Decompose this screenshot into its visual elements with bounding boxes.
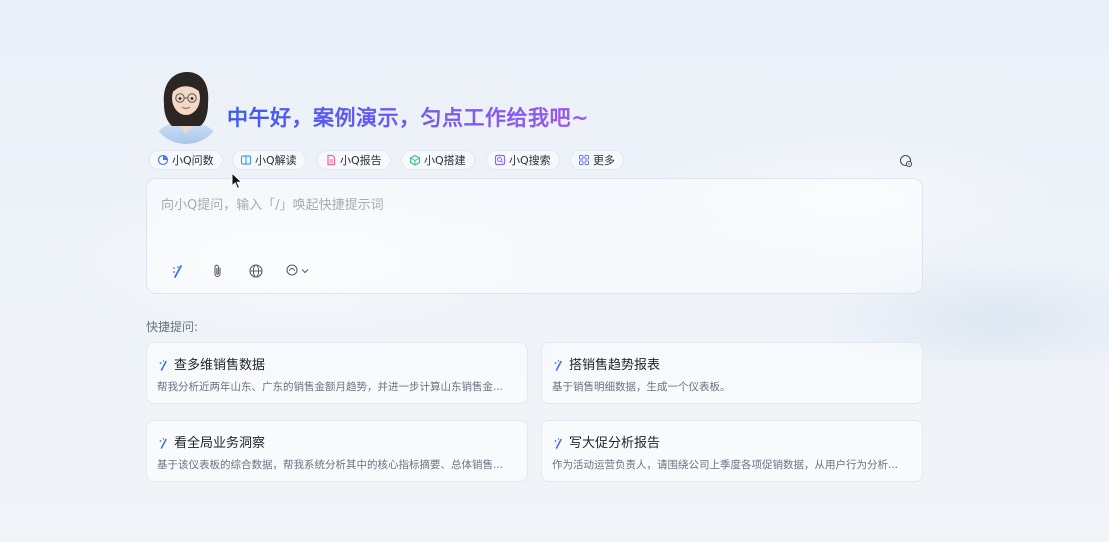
book-icon — [240, 154, 252, 166]
greeting-area: 中午好，案例演示，匀点工作给我吧~ — [146, 68, 923, 144]
globe-icon[interactable] — [248, 263, 264, 279]
greeting-text: 中午好，案例演示，匀点工作给我吧~ — [227, 102, 589, 132]
attachment-icon[interactable] — [210, 263, 226, 279]
chip-label: 小Q搜索 — [509, 154, 551, 167]
sparkle-icon — [158, 434, 170, 449]
quick-prompt-card[interactable]: 查多维销售数据 帮我分析近两年山东、广东的销售金额月趋势，并进一步计算山东销售金… — [146, 342, 528, 404]
quick-prompts-title: 快捷提问: — [146, 320, 199, 334]
card-description: 基于该仪表板的综合数据，帮我系统分析其中的核心指标摘要、总体销售... — [157, 459, 504, 471]
model-icon — [285, 262, 299, 281]
chip-more[interactable]: 更多 — [570, 150, 624, 170]
card-title: 写大促分析报告 — [569, 436, 661, 451]
quick-prompt-card[interactable]: 搭销售趋势报表 基于销售明细数据，生成一个仪表板。 — [541, 342, 923, 404]
chip-ask-data[interactable]: 小Q问数 — [149, 150, 223, 170]
chip-label: 小Q解读 — [255, 154, 297, 167]
card-description: 帮我分析近两年山东、广东的销售金额月趋势，并进一步计算山东销售金... — [157, 381, 504, 393]
chip-label: 小Q报告 — [340, 154, 382, 167]
prompt-input-box[interactable]: 向小Q提问，输入「/」唤起快捷提示词 — [146, 178, 923, 294]
chip-label: 小Q搭建 — [424, 154, 466, 167]
card-title: 看全局业务洞察 — [174, 436, 266, 451]
sparkle-icon — [553, 434, 565, 449]
main-panel: 中午好，案例演示，匀点工作给我吧~ 小Q问数 小Q解读 小Q报告 小Q搭建 小Q… — [146, 0, 923, 542]
chip-report[interactable]: 小Q报告 — [317, 150, 391, 170]
chart-icon — [157, 154, 169, 166]
chevron-down-icon — [299, 262, 311, 281]
sparkle-icon — [553, 356, 565, 371]
quick-prompt-card[interactable]: 看全局业务洞察 基于该仪表板的综合数据，帮我系统分析其中的核心指标摘要、总体销售… — [146, 420, 528, 482]
quick-tools-bar: 小Q问数 小Q解读 小Q报告 小Q搭建 小Q搜索 更多 — [146, 150, 923, 170]
sparkle-icon — [158, 356, 170, 371]
chip-search[interactable]: 小Q搜索 — [486, 150, 560, 170]
model-select[interactable] — [283, 263, 313, 279]
assistant-avatar — [150, 68, 222, 144]
chip-build[interactable]: 小Q搭建 — [401, 150, 475, 170]
cube-icon — [409, 154, 421, 166]
chip-label: 小Q问数 — [172, 154, 214, 167]
chip-interpret[interactable]: 小Q解读 — [232, 150, 306, 170]
card-title: 查多维销售数据 — [174, 358, 266, 373]
mouse-cursor-icon — [231, 171, 243, 190]
report-icon — [325, 154, 337, 166]
chip-label: 更多 — [593, 154, 615, 167]
quick-prompt-card[interactable]: 写大促分析报告 作为活动运营负责人，请围绕公司上季度各项促销数据，从用户行为分析… — [541, 420, 923, 482]
card-description: 基于销售明细数据，生成一个仪表板。 — [552, 381, 731, 393]
card-description: 作为活动运营负责人，请围绕公司上季度各项促销数据，从用户行为分析... — [552, 459, 899, 471]
search-icon — [494, 154, 506, 166]
card-title: 搭销售趋势报表 — [569, 358, 661, 373]
magic-wand-icon[interactable] — [170, 263, 186, 279]
settings-icon[interactable] — [899, 153, 913, 168]
prompt-placeholder: 向小Q提问，输入「/」唤起快捷提示词 — [161, 198, 384, 213]
grid-icon — [578, 154, 590, 166]
